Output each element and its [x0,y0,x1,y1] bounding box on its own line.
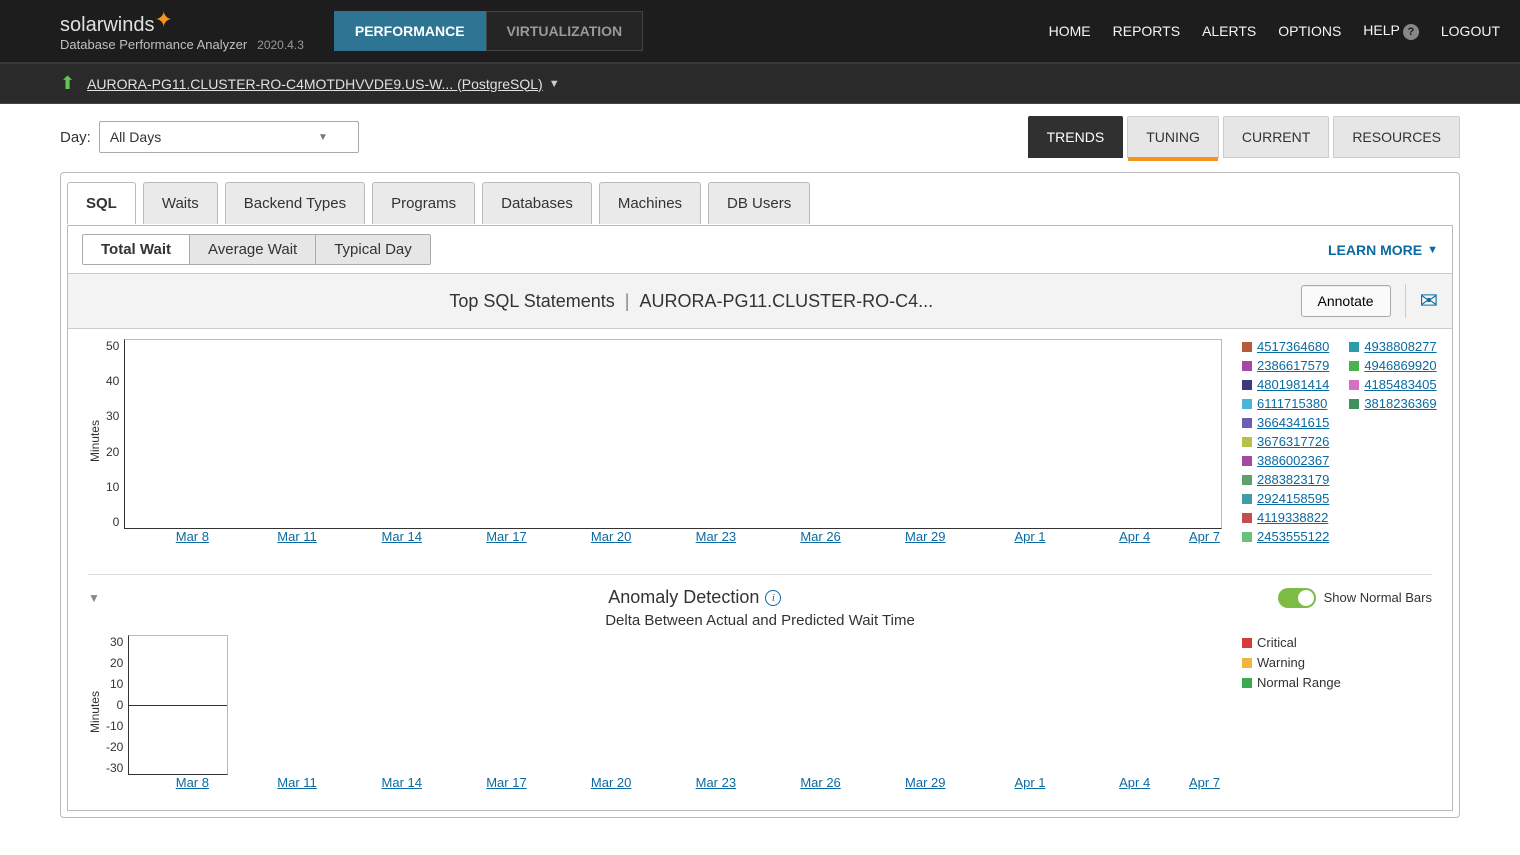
date-link[interactable]: Mar 11 [277,775,317,790]
date-link[interactable]: Apr 1 [1014,775,1045,790]
legend-item[interactable]: 3886002367 [1242,453,1329,468]
info-icon[interactable]: i [765,590,781,606]
anomaly-title: Anomaly Detection i [112,587,1278,608]
legend-item[interactable]: 2386617579 [1242,358,1329,373]
breadcrumb[interactable]: AURORA-PG11.CLUSTER-RO-C4MOTDHVVDE9.US-W… [87,76,543,92]
sql-tab-machines[interactable]: Machines [599,182,701,224]
inst-tab-trends[interactable]: TRENDS [1028,116,1124,158]
wait-tab-average-wait[interactable]: Average Wait [190,235,316,264]
wait-tab-total-wait[interactable]: Total Wait [83,235,190,264]
anomaly-legend-item: Normal Range [1242,675,1432,690]
toggle-label: Show Normal Bars [1324,590,1432,605]
top-sql-chart[interactable] [124,339,1222,529]
y-axis-label: Minutes [88,420,102,462]
anomaly-y-label: Minutes [88,691,102,733]
sql-tab-waits[interactable]: Waits [143,182,218,224]
date-link[interactable]: Apr 1 [1014,529,1045,544]
chart-title: Top SQL Statements|AURORA-PG11.CLUSTER-R… [82,291,1301,312]
sql-tab-sql[interactable]: SQL [67,182,136,224]
inst-tab-resources[interactable]: RESOURCES [1333,116,1460,158]
legend-item[interactable]: 4946869920 [1349,358,1436,373]
collapse-caret-icon[interactable]: ▼ [88,591,112,605]
nav-link-logout[interactable]: LOGOUT [1441,23,1500,39]
anomaly-subtitle: Delta Between Actual and Predicted Wait … [68,612,1452,629]
legend-item[interactable]: 3818236369 [1349,396,1436,411]
date-link[interactable]: Mar 14 [382,775,422,790]
day-select[interactable]: All Days▼ [99,121,359,153]
legend-item[interactable]: 4517364680 [1242,339,1329,354]
product-version: 2020.4.3 [257,38,304,52]
date-link[interactable]: Apr 4 [1119,529,1150,544]
up-arrow-icon[interactable]: ⬆ [60,73,75,94]
annotate-button[interactable]: Annotate [1301,285,1391,317]
nav-link-home[interactable]: HOME [1049,23,1091,39]
date-link[interactable]: Mar 17 [486,775,526,790]
legend-item[interactable]: 3664341615 [1242,415,1329,430]
date-link[interactable]: Mar 26 [800,529,840,544]
mail-icon[interactable]: ✉ [1420,288,1438,314]
show-normal-bars-toggle[interactable] [1278,588,1316,608]
date-link[interactable]: Apr 4 [1119,775,1150,790]
inst-tab-current[interactable]: CURRENT [1223,116,1329,158]
nav-tab-performance[interactable]: PERFORMANCE [334,11,486,51]
inst-tab-tuning[interactable]: TUNING [1127,116,1219,158]
day-label: Day: [60,129,91,146]
date-link[interactable]: Mar 29 [905,529,945,544]
nav-tab-virtualization[interactable]: VIRTUALIZATION [486,11,644,51]
brand-logo: solarwinds✦ [60,11,304,37]
date-link[interactable]: Mar 26 [800,775,840,790]
date-link[interactable]: Mar 29 [905,775,945,790]
date-link[interactable]: Mar 8 [176,775,209,790]
nav-link-reports[interactable]: REPORTS [1113,23,1180,39]
nav-link-options[interactable]: OPTIONS [1278,23,1341,39]
anomaly-legend-item: Critical [1242,635,1432,650]
legend-item[interactable]: 4185483405 [1349,377,1436,392]
date-link[interactable]: Mar 11 [277,529,317,544]
legend-item[interactable]: 6111715380 [1242,396,1329,411]
legend-item[interactable]: 4119338822 [1242,510,1329,525]
date-link[interactable]: Mar 20 [591,775,631,790]
sql-tab-programs[interactable]: Programs [372,182,475,224]
product-name: Database Performance Analyzer [60,37,247,52]
date-link[interactable]: Mar 23 [696,775,736,790]
date-link[interactable]: Apr 7 [1189,775,1220,790]
sql-tab-db-users[interactable]: DB Users [708,182,810,224]
date-link[interactable]: Mar 20 [591,529,631,544]
legend-item[interactable]: 2883823179 [1242,472,1329,487]
wait-tab-typical-day[interactable]: Typical Day [316,235,430,264]
legend-item[interactable]: 4938808277 [1349,339,1436,354]
nav-link-alerts[interactable]: ALERTS [1202,23,1256,39]
nav-link-help[interactable]: HELP? [1363,22,1419,40]
date-link[interactable]: Mar 23 [696,529,736,544]
legend-item[interactable]: 3676317726 [1242,434,1329,449]
date-link[interactable]: Mar 17 [486,529,526,544]
sql-tab-databases[interactable]: Databases [482,182,592,224]
sql-tab-backend-types[interactable]: Backend Types [225,182,365,224]
legend-item[interactable]: 2924158595 [1242,491,1329,506]
main-nav-tabs: PERFORMANCEVIRTUALIZATION [334,11,643,51]
anomaly-legend-item: Warning [1242,655,1432,670]
legend-item[interactable]: 4801981414 [1242,377,1329,392]
anomaly-chart[interactable] [128,635,228,775]
date-link[interactable]: Apr 7 [1189,529,1220,544]
help-icon: ? [1403,24,1419,40]
date-link[interactable]: Mar 8 [176,529,209,544]
learn-more-link[interactable]: LEARN MORE▼ [1328,242,1438,258]
breadcrumb-caret-icon[interactable]: ▼ [549,78,560,90]
date-link[interactable]: Mar 14 [382,529,422,544]
legend-item[interactable]: 2453555122 [1242,529,1329,544]
